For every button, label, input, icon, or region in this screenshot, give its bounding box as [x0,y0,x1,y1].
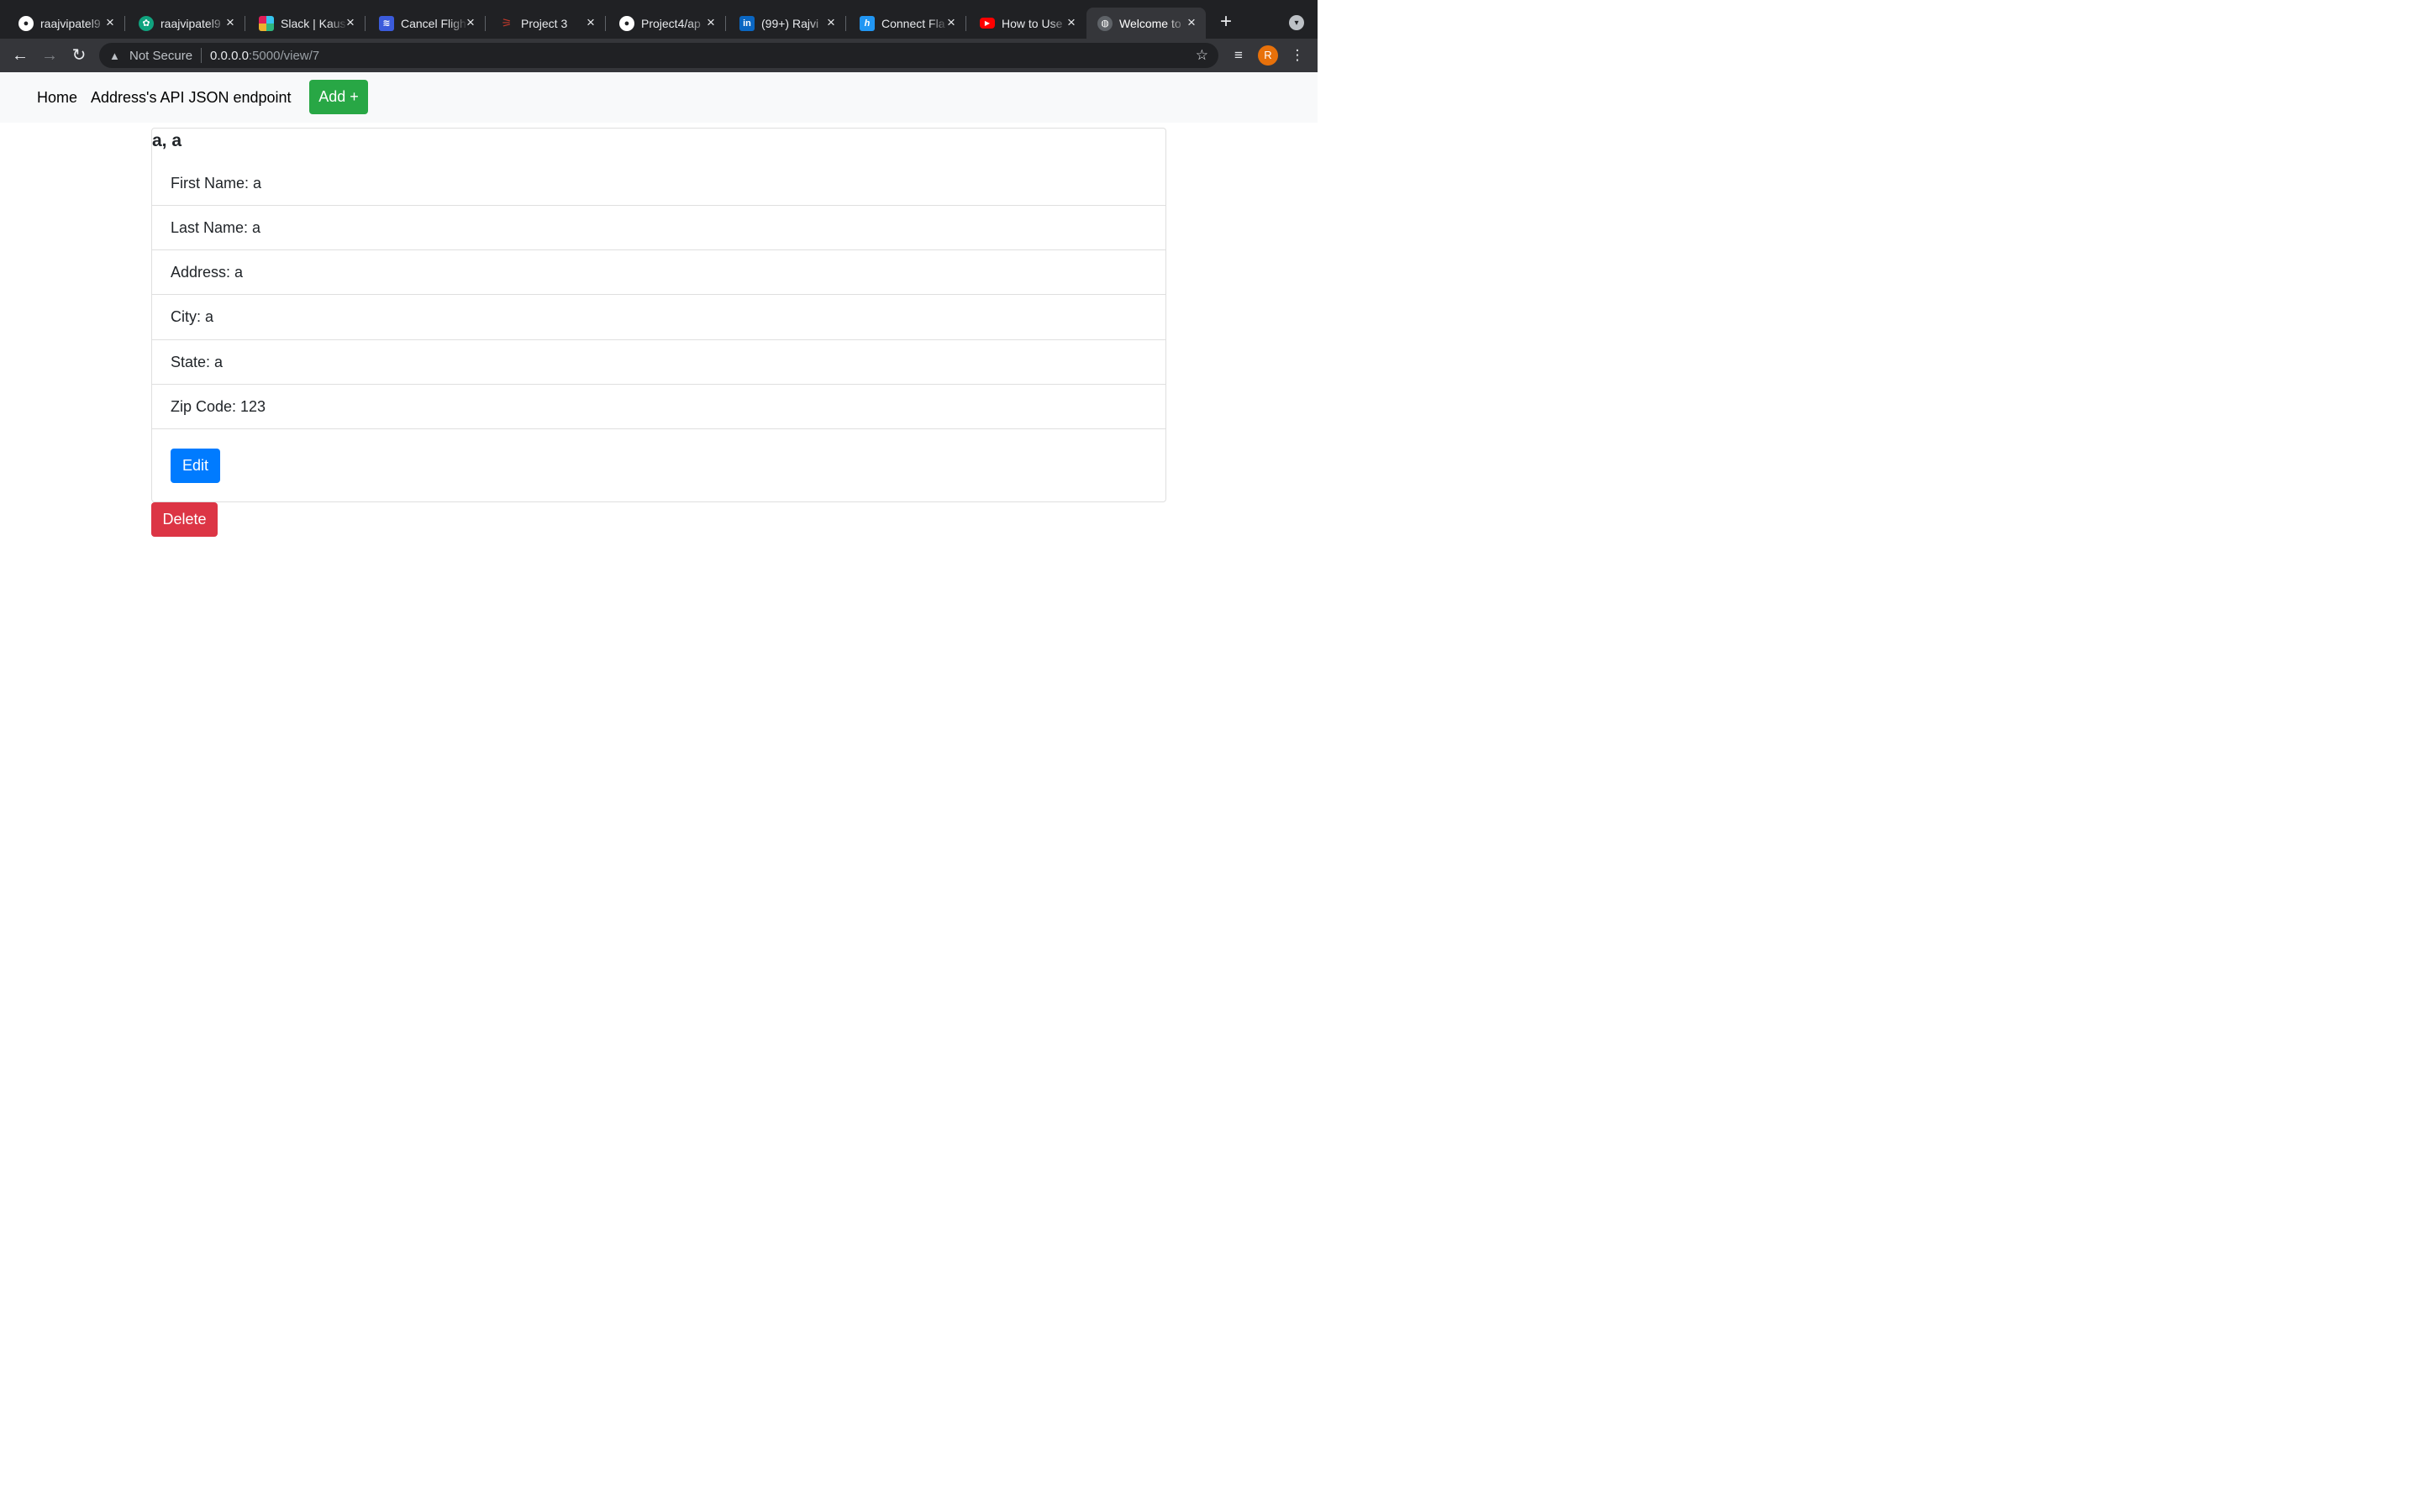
browser-tab[interactable]: ✿ raajvipatel9 × [120,8,245,39]
github-icon: ● [619,15,634,31]
close-icon[interactable]: × [463,14,478,30]
profile-avatar[interactable]: R [1258,45,1278,66]
browser-tabstrip: ● raajvipatel9 × ✿ raajvipatel9 × Slack … [0,0,1318,39]
project-icon: ⚞ [501,16,513,29]
tab-title: Connect Fla [881,16,945,30]
close-icon[interactable]: × [944,14,959,30]
close-icon[interactable]: × [343,14,358,30]
url-host: 0.0.0.0 [210,48,249,63]
globe-icon: ◍ [1097,15,1113,31]
browser-tab-active[interactable]: ◍ Welcome to × [1086,8,1206,39]
close-icon[interactable]: × [703,14,718,30]
card-title: a, a [152,131,182,150]
browser-tab[interactable]: ⚞ Project 3 × [481,8,606,39]
media-queue-icon[interactable]: ≡ [1228,45,1249,66]
tab-title: Cancel Fligh [401,16,466,30]
edit-button[interactable]: Edit [171,449,220,483]
slack-icon [259,15,274,31]
tab-title: Slack | Kaus [281,16,346,30]
new-tab-button[interactable]: + [1216,12,1236,32]
tab-title: raajvipatel9 [40,16,101,30]
bookmark-star-icon[interactable]: ☆ [1196,47,1208,64]
browser-tab[interactable]: Slack | Kaus × [240,8,366,39]
close-icon[interactable]: × [103,14,118,30]
field-first-name: First Name: a [171,175,262,192]
heroku-icon: h [860,15,875,31]
openai-icon: ✿ [139,15,154,31]
tab-search-icon[interactable]: ▾ [1289,15,1304,30]
back-arrow-icon[interactable]: ← [10,45,30,66]
forward-arrow-icon[interactable]: → [39,45,60,66]
field-city: City: a [152,294,1165,339]
browser-tab[interactable]: h Connect Fla × [841,8,966,39]
field-last-name: Last Name: a [152,205,1165,249]
browser-tab[interactable]: ≋ Cancel Fligh × [360,8,486,39]
tab-title: Welcome to [1119,16,1181,30]
url-path: :5000/view/7 [248,48,320,63]
youtube-icon: ▶ [980,18,995,29]
browser-toolbar: ← → ↻ ▲ Not Secure 0.0.0.0:5000/view/7 ☆… [0,39,1318,72]
tab-title: How to Use [1002,16,1063,30]
address-card: a, a First Name: a Last Name: a Address:… [151,128,1166,502]
close-icon[interactable]: × [1184,14,1199,30]
tab-title: raajvipatel9 [160,16,221,30]
browser-tab[interactable]: ▶ How to Use × [961,8,1086,39]
menu-kebab-icon[interactable]: ⋮ [1287,45,1307,66]
tab-title: Project 3 [521,16,568,30]
field-state: State: a [152,339,1165,384]
security-label: Not Secure [129,48,193,63]
close-icon[interactable]: × [583,14,598,30]
page-navbar: Home Address's API JSON endpoint Add + [0,72,1318,123]
card-actions [152,428,1165,502]
address-bar[interactable]: ▲ Not Secure 0.0.0.0:5000/view/7 ☆ [99,43,1218,68]
address-divider [201,48,203,63]
linkedin-icon: in [739,15,755,31]
close-icon[interactable]: × [223,14,238,30]
add-button[interactable]: Add + [309,80,368,114]
nav-home-link[interactable]: Home [37,89,77,107]
airline-icon: ≋ [379,15,394,31]
github-icon: ● [18,15,34,31]
delete-button[interactable]: Delete [151,502,218,537]
nav-api-link[interactable]: Address's API JSON endpoint [91,89,292,107]
browser-tab[interactable]: ● Project4/ap × [601,8,726,39]
browser-tab[interactable]: ● raajvipatel9 × [0,8,125,39]
browser-tab[interactable]: in (99+) Rajvi × [721,8,846,39]
close-icon[interactable]: × [823,14,839,30]
field-zip-code: Zip Code: 123 [152,384,1165,428]
tab-title: Project4/ap [641,16,701,30]
warning-icon: ▲ [109,49,120,62]
close-icon[interactable]: × [1064,14,1079,30]
reload-icon[interactable]: ↻ [69,45,89,66]
tab-title: (99+) Rajvi [761,16,819,30]
field-address: Address: a [152,249,1165,294]
